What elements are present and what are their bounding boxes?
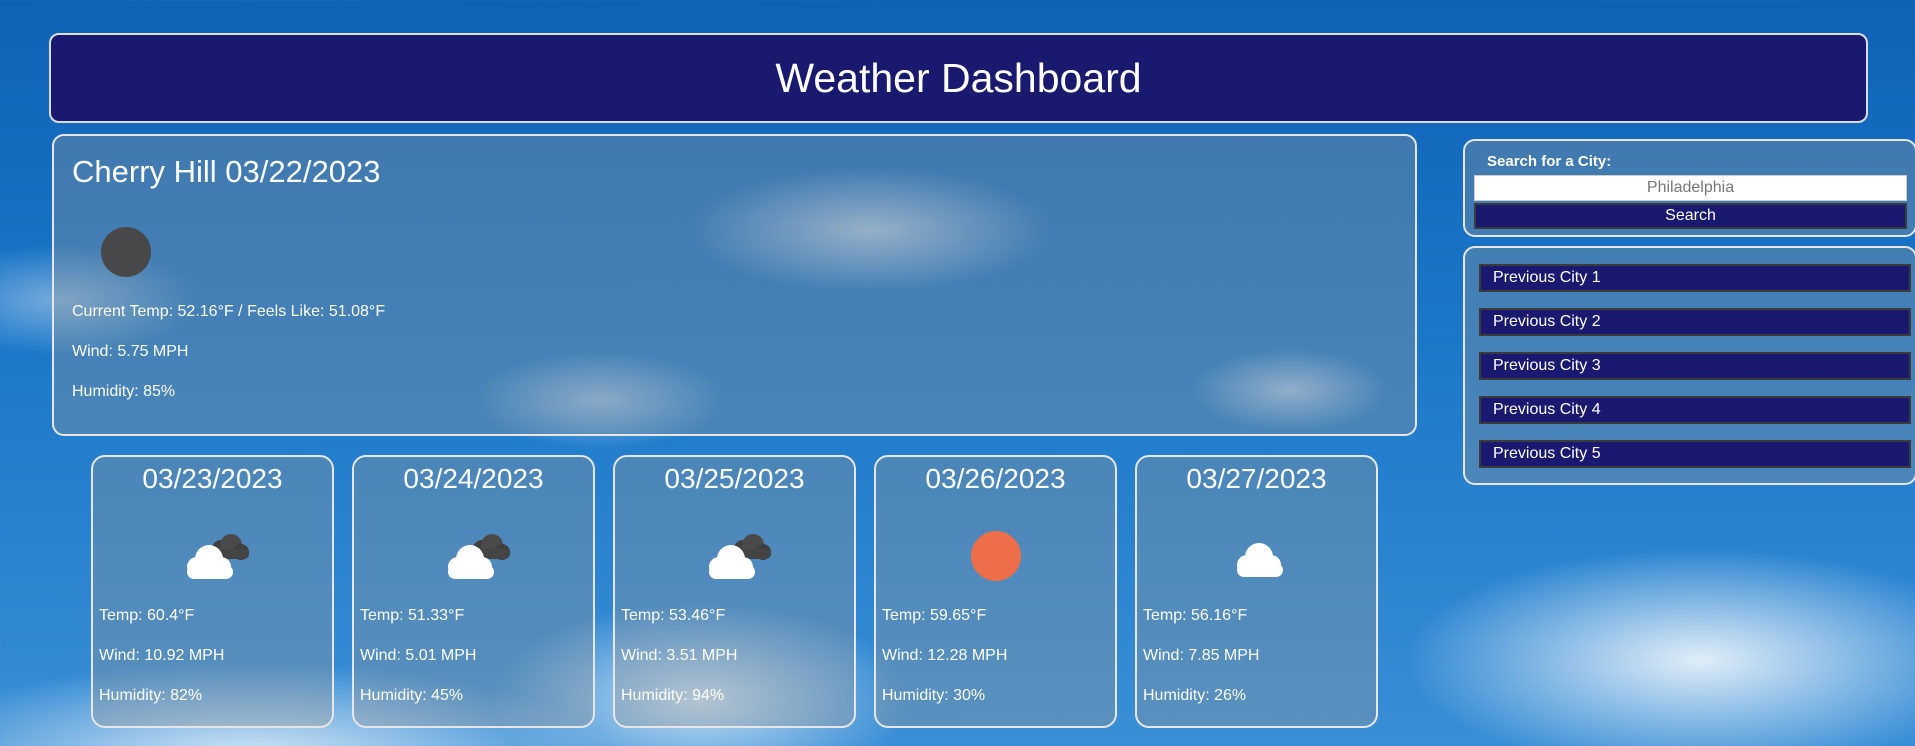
forecast-humidity: Humidity: 82% <box>99 687 203 704</box>
forecast-card: 03/24/2023 Temp: 51.33°F Wind: 5.01 MPH … <box>352 455 595 728</box>
dashboard-header: Weather Dashboard <box>49 33 1868 123</box>
clouds-icon <box>436 529 512 588</box>
search-button[interactable]: Search <box>1474 203 1907 229</box>
forecast-temp: Temp: 51.33°F <box>360 607 465 624</box>
clouds-icon <box>697 529 773 588</box>
previous-city-button[interactable]: Previous City 5 <box>1479 440 1911 468</box>
page-title: Weather Dashboard <box>775 54 1142 101</box>
current-wind: Wind: 5.75 MPH <box>72 343 189 360</box>
previous-city-button[interactable]: Previous City 1 <box>1479 264 1911 292</box>
forecast-date: 03/26/2023 <box>925 463 1066 494</box>
search-history-panel: Previous City 1 Previous City 2 Previous… <box>1463 246 1915 485</box>
forecast-card: 03/23/2023 Temp: 60.4°F Wind: 10.92 MPH … <box>91 455 334 728</box>
forecast-card: 03/26/2023 Temp: 59.65°F Wind: 12.28 MPH… <box>874 455 1117 728</box>
previous-city-button[interactable]: Previous City 4 <box>1479 396 1911 424</box>
current-city-date: Cherry Hill 03/22/2023 <box>72 154 381 189</box>
forecast-date: 03/25/2023 <box>664 463 805 494</box>
dark-circle-icon <box>100 226 152 283</box>
forecast-card: 03/27/2023 Temp: 56.16°F Wind: 7.85 MPH … <box>1135 455 1378 728</box>
forecast-date: 03/23/2023 <box>142 463 283 494</box>
forecast-date: 03/27/2023 <box>1186 463 1327 494</box>
forecast-wind: Wind: 7.85 MPH <box>1143 647 1260 664</box>
forecast-temp: Temp: 53.46°F <box>621 607 726 624</box>
clouds-icon <box>175 529 251 588</box>
previous-city-button[interactable]: Previous City 2 <box>1479 308 1911 336</box>
forecast-wind: Wind: 3.51 MPH <box>621 647 738 664</box>
forecast-card: 03/25/2023 Temp: 53.46°F Wind: 3.51 MPH … <box>613 455 856 728</box>
forecast-wind: Wind: 12.28 MPH <box>882 647 1008 664</box>
forecast-temp: Temp: 56.16°F <box>1143 607 1248 624</box>
forecast-humidity: Humidity: 26% <box>1143 687 1247 704</box>
current-humidity: Humidity: 85% <box>72 383 176 400</box>
previous-city-button[interactable]: Previous City 3 <box>1479 352 1911 380</box>
forecast-temp: Temp: 59.65°F <box>882 607 987 624</box>
search-panel: Search for a City: Search <box>1463 139 1915 237</box>
forecast-date: 03/24/2023 <box>403 463 544 494</box>
forecast-humidity: Humidity: 30% <box>882 687 986 704</box>
search-label: Search for a City: <box>1487 153 1612 170</box>
current-weather-panel: Cherry Hill 03/22/2023 Current Temp: 52.… <box>52 134 1417 436</box>
forecast-wind: Wind: 10.92 MPH <box>99 647 225 664</box>
forecast-humidity: Humidity: 45% <box>360 687 464 704</box>
city-search-input[interactable] <box>1474 175 1907 201</box>
current-temp: Current Temp: 52.16°F / Feels Like: 51.0… <box>72 303 386 320</box>
forecast-wind: Wind: 5.01 MPH <box>360 647 477 664</box>
forecast-humidity: Humidity: 94% <box>621 687 725 704</box>
forecast-temp: Temp: 60.4°F <box>99 607 195 624</box>
cloud-icon <box>1219 529 1295 588</box>
sun-icon <box>958 529 1034 588</box>
